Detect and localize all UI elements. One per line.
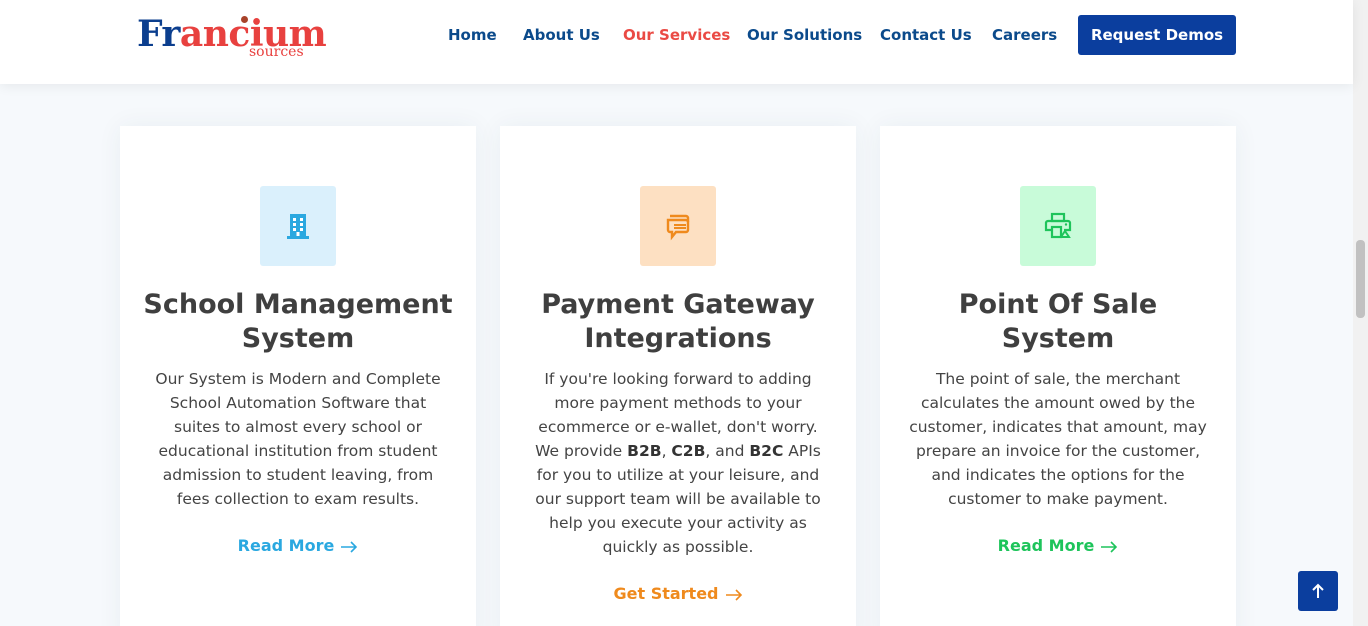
arrow-right-icon (725, 589, 742, 601)
back-to-top-button[interactable] (1298, 571, 1338, 611)
link-label: Get Started (613, 584, 719, 603)
scrollbar-thumb[interactable] (1356, 240, 1365, 318)
nav-our-solutions[interactable]: Our Solutions (747, 25, 862, 45)
site-header: Francium sources Home About Us Our Servi… (0, 0, 1353, 84)
read-more-link[interactable]: Read More (880, 535, 1236, 557)
desc-sep: , and (705, 442, 750, 460)
service-card-school: School Management System Our System is M… (120, 126, 476, 626)
service-card-payment: Payment Gateway Integrations If you're l… (500, 126, 856, 626)
desc-bold-b2c: B2C (749, 442, 784, 460)
nav-home[interactable]: Home (448, 25, 497, 45)
arrow-right-icon (1101, 541, 1118, 553)
link-label: Read More (237, 536, 335, 555)
service-description: If you're looking forward to adding more… (526, 367, 830, 559)
nav-careers[interactable]: Careers (992, 25, 1057, 45)
logo-dot-icon (241, 16, 248, 23)
get-started-link[interactable]: Get Started (500, 583, 856, 605)
service-description: Our System is Modern and Complete School… (155, 370, 441, 508)
desc-bold-c2b: C2B (671, 442, 706, 460)
request-demos-button[interactable]: Request Demos (1078, 15, 1236, 55)
service-icon-box (1020, 186, 1096, 266)
desc-sep: , (661, 442, 672, 460)
link-label: Read More (997, 536, 1095, 555)
read-more-link[interactable]: Read More (120, 535, 476, 557)
wallet-icon (666, 214, 690, 241)
service-icon-box (260, 186, 336, 266)
arrow-up-icon (1312, 583, 1324, 598)
nav-about-us[interactable]: About Us (523, 25, 600, 45)
page-scrollbar[interactable] (1353, 0, 1368, 626)
brand-sub: sources (249, 44, 304, 60)
service-title: Payment Gateway Integrations (541, 289, 815, 354)
service-icon-box (640, 186, 716, 266)
building-icon (287, 214, 309, 239)
brand-name-first: Fr (137, 13, 180, 55)
service-description: The point of sale, the merchant calculat… (909, 370, 1207, 508)
printer-icon (1044, 212, 1072, 239)
arrow-right-icon (341, 541, 358, 553)
brand-logo[interactable]: Francium sources (137, 13, 327, 64)
service-card-pos: Point Of Sale System The point of sale, … (880, 126, 1236, 626)
nav-contact-us[interactable]: Contact Us (880, 25, 972, 45)
desc-bold-b2b: B2B (627, 442, 662, 460)
service-title: Point Of Sale System (958, 289, 1158, 354)
nav-our-services[interactable]: Our Services (623, 25, 730, 45)
service-title: School Management System (143, 289, 453, 354)
